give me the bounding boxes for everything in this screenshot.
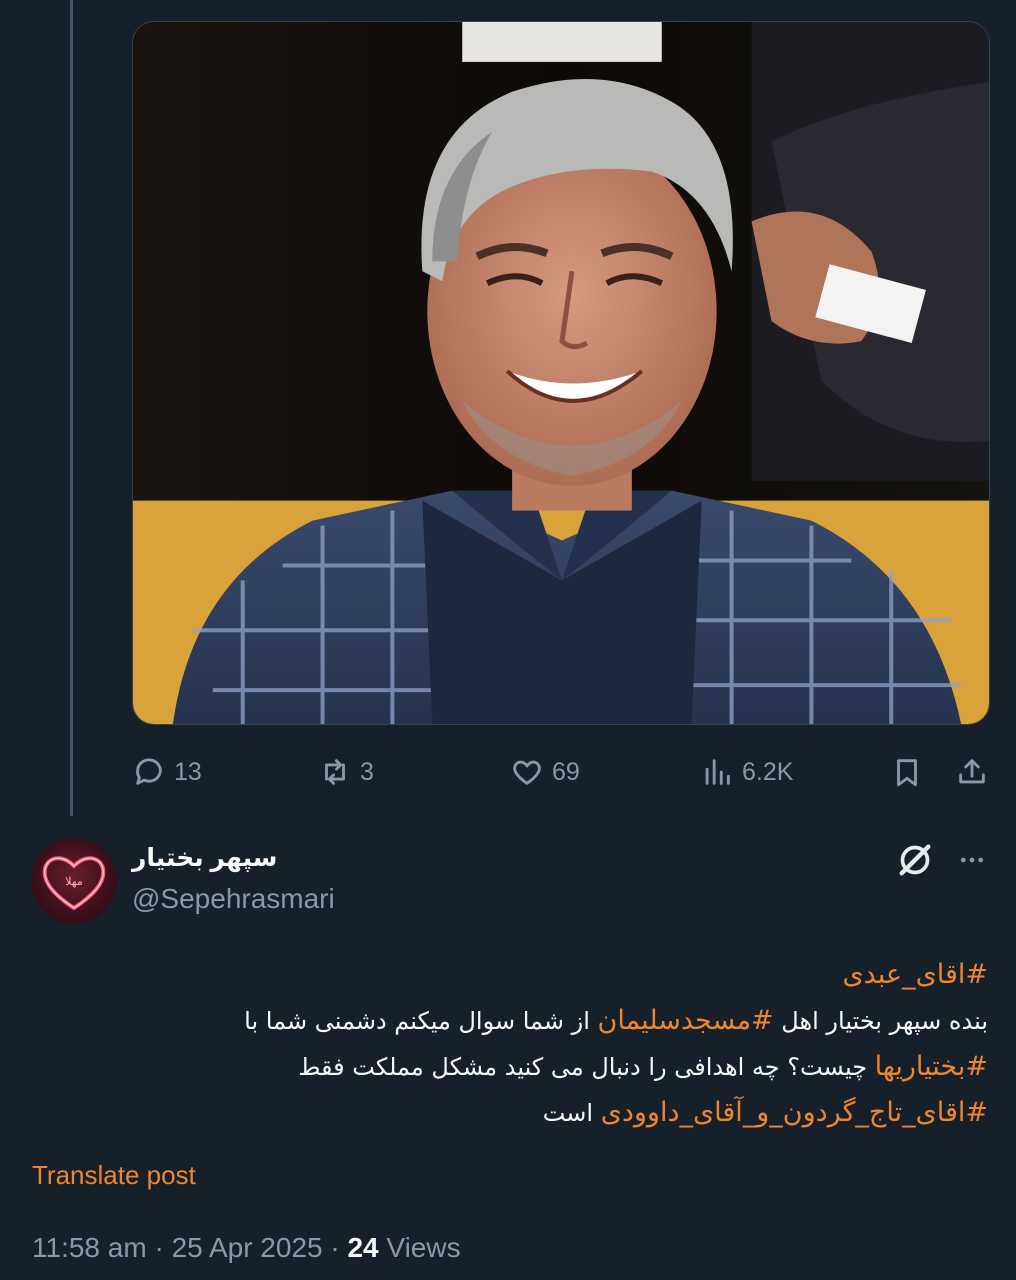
tweet-date[interactable]: 25 Apr 2025: [172, 1232, 323, 1263]
tweet-text-line: #اقای_تاج_گردون_و_آقای_داوودی است: [108, 1090, 988, 1136]
tweet-text-line: #اقای_عبدی: [108, 952, 988, 998]
like-button[interactable]: 69: [510, 748, 580, 796]
tweet-text: #اقای_عبدی بنده سپهر بختیار اهل #مسجدسلی…: [108, 952, 988, 1136]
like-icon: [513, 760, 541, 785]
author-display-name[interactable]: سپهر بختیار: [132, 843, 277, 873]
translate-post-link[interactable]: Translate post: [32, 1160, 196, 1191]
tweet-text-segment: چیست؟ چه اهدافی را دنبال می کنید مشکل مم…: [298, 1053, 875, 1081]
share-button[interactable]: [955, 748, 989, 796]
tweet-text-line: #بختیاریها چیست؟ چه اهدافی را دنبال می ک…: [108, 1044, 988, 1090]
repost-count: 3: [360, 757, 374, 786]
reply-count: 13: [174, 757, 202, 786]
tweet-text-segment: است: [542, 1099, 601, 1127]
hashtag-link[interactable]: #مسجدسلیمان: [598, 1005, 774, 1036]
hashtag-link[interactable]: #اقای_تاج_گردون_و_آقای_داوودی: [601, 1097, 988, 1128]
repost-button[interactable]: 3: [318, 748, 374, 796]
hashtag-link[interactable]: #اقای_عبدی: [843, 959, 988, 990]
hashtag-link[interactable]: #بختیاریها: [875, 1051, 988, 1082]
share-icon: [959, 759, 985, 784]
author-handle[interactable]: @Sepehrasmari: [132, 883, 335, 915]
meta-separator: ·: [146, 1232, 172, 1263]
thread-connector-line: [70, 0, 73, 816]
avatar[interactable]: مهلا: [31, 838, 117, 924]
heart-avatar-image: مهلا: [42, 856, 106, 911]
tweet-action-bar: 13 3 69 6.2K: [0, 748, 1016, 796]
grok-icon[interactable]: [895, 840, 935, 880]
bookmark-button[interactable]: [890, 748, 924, 796]
tweet-time[interactable]: 11:58 am: [32, 1232, 147, 1263]
views-icon: [705, 759, 730, 785]
reply-icon: [136, 758, 162, 785]
views-count: 6.2K: [742, 757, 794, 786]
photo-image: [133, 22, 989, 724]
tweet-text-segment: بنده سپهر بختیار اهل: [773, 1007, 988, 1035]
more-icon[interactable]: [955, 845, 989, 875]
repost-icon: [325, 759, 345, 785]
bookmark-icon: [897, 759, 917, 787]
tweet-photo[interactable]: [132, 21, 990, 725]
tweet-meta: 11:58 am · 25 Apr 2025 · 24 Views: [32, 1232, 461, 1264]
views-count[interactable]: 24: [347, 1232, 378, 1263]
views-button[interactable]: 6.2K: [700, 748, 793, 796]
views-label: Views: [378, 1232, 461, 1263]
avatar-text: مهلا: [65, 875, 83, 888]
tweet-text-segment: از شما سوال میکنم دشمنی شما با: [244, 1007, 598, 1035]
like-count: 69: [552, 757, 580, 786]
tweet-text-line: بنده سپهر بختیار اهل #مسجدسلیمان از شما …: [108, 998, 988, 1044]
reply-button[interactable]: 13: [132, 748, 202, 796]
meta-separator: ·: [322, 1232, 348, 1263]
